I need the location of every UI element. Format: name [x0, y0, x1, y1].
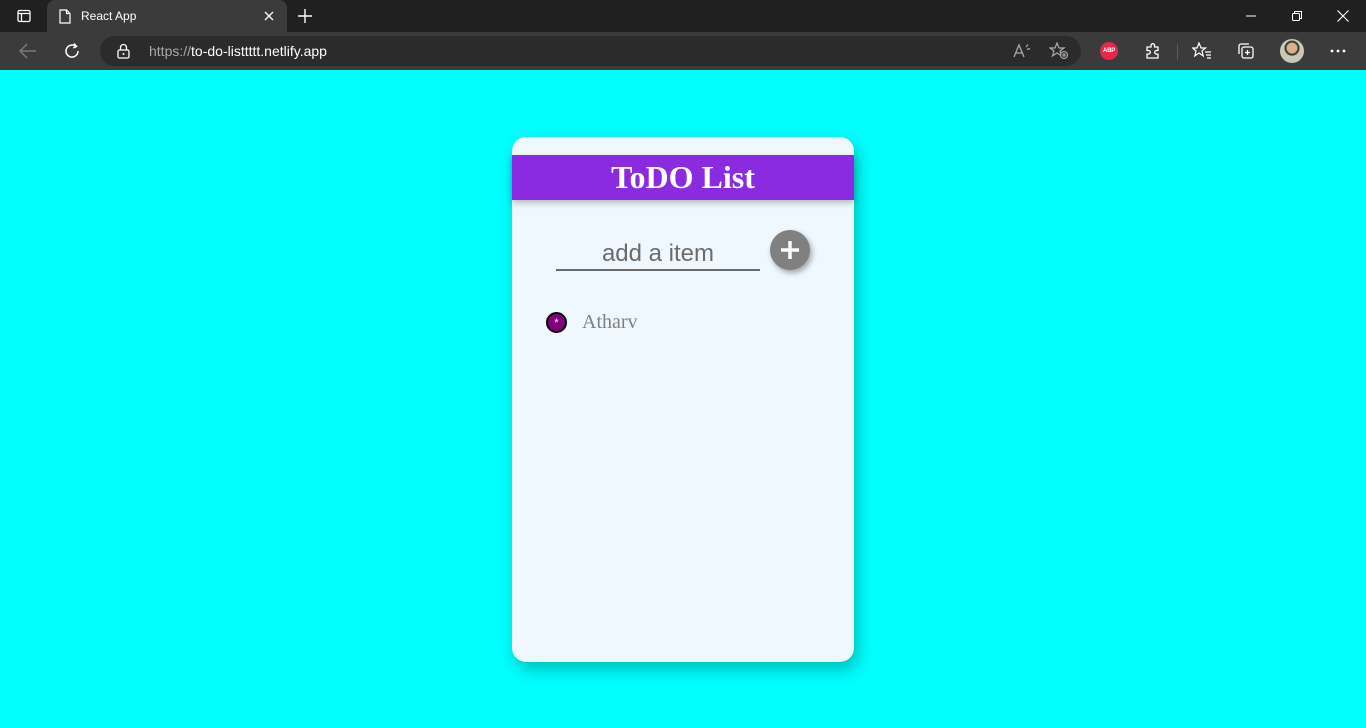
toolbar-separator: [1177, 44, 1178, 60]
collections-icon: [1238, 43, 1254, 59]
favorites-icon: [1192, 42, 1211, 59]
more-icon: [1330, 49, 1346, 53]
close-icon: [264, 11, 274, 21]
plus-icon: [781, 241, 799, 259]
url-scheme: https://: [149, 43, 192, 59]
address-bar[interactable]: https://to-do-listtttt.netlify.app: [100, 36, 1081, 66]
add-item-input[interactable]: [556, 239, 760, 271]
favorites-button[interactable]: [1187, 36, 1217, 66]
browser-toolbar: https://to-do-listtttt.netlify.app ABP: [0, 32, 1366, 70]
back-arrow-icon: [19, 43, 36, 59]
page-title: ToDO List: [611, 159, 755, 195]
tab-actions-button[interactable]: [10, 5, 38, 27]
star-add-icon: [1049, 42, 1069, 60]
todo-card: ToDO List * Atharv: [512, 137, 854, 662]
adblock-extension-button[interactable]: ABP: [1094, 36, 1124, 66]
close-window-button[interactable]: [1320, 0, 1366, 32]
card-header: ToDO List: [512, 155, 854, 200]
restore-button[interactable]: [1274, 0, 1320, 32]
todo-list: * Atharv: [546, 309, 826, 335]
profile-button[interactable]: [1277, 36, 1307, 66]
new-tab-button[interactable]: [292, 3, 318, 29]
refresh-button[interactable]: [57, 36, 87, 66]
tab-actions-icon: [17, 9, 31, 23]
add-favorite-button[interactable]: [1046, 39, 1072, 63]
collections-button[interactable]: [1231, 36, 1261, 66]
settings-more-button[interactable]: [1323, 36, 1353, 66]
list-item: * Atharv: [546, 309, 826, 335]
lock-icon: [117, 43, 130, 59]
abp-icon: ABP: [1100, 42, 1118, 60]
page-icon: [59, 8, 71, 24]
url-host: to-do-listtttt.netlify.app: [191, 43, 327, 59]
refresh-icon: [65, 43, 79, 58]
read-aloud-button[interactable]: [1009, 39, 1035, 63]
browser-tab-active[interactable]: React App: [47, 0, 287, 32]
url-text[interactable]: https://to-do-listtttt.netlify.app: [149, 43, 327, 59]
read-aloud-icon: [1013, 43, 1031, 58]
add-item-button[interactable]: [770, 230, 810, 270]
tab-close-button[interactable]: [255, 2, 283, 30]
delete-item-button[interactable]: *: [546, 311, 567, 333]
plus-icon: [298, 9, 312, 23]
list-item-text: Atharv: [582, 310, 638, 333]
restore-icon: [1292, 11, 1302, 21]
puzzle-icon: [1146, 43, 1159, 59]
extensions-button[interactable]: [1138, 36, 1168, 66]
minimize-button[interactable]: [1228, 0, 1274, 32]
minimize-icon: [1246, 15, 1256, 17]
close-icon: [1337, 10, 1349, 22]
back-button[interactable]: [13, 36, 43, 66]
browser-tab-bar: React App: [0, 0, 1366, 32]
avatar: [1280, 39, 1304, 63]
tab-title: React App: [81, 9, 137, 23]
